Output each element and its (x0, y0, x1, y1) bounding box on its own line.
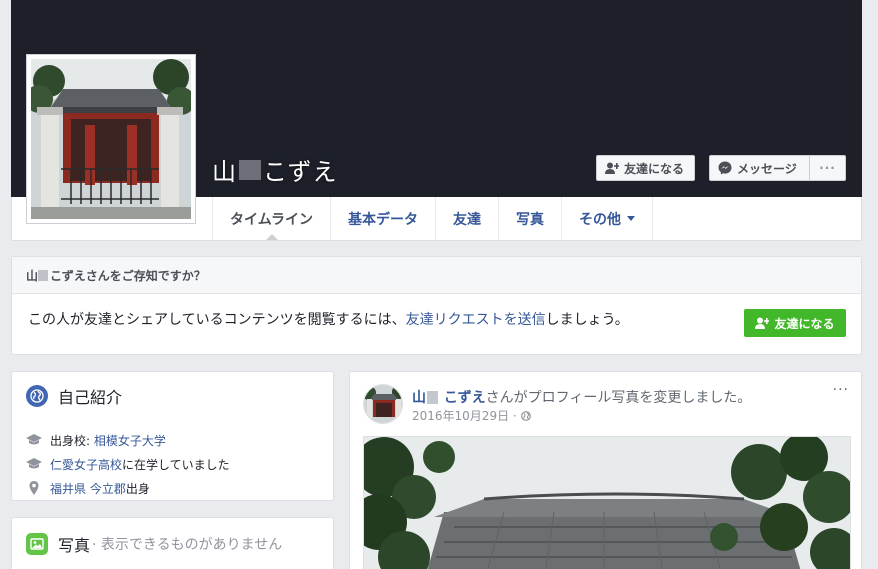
photos-card: 写真 · 表示できるものがありません (11, 517, 334, 569)
know-text-before: この人が友達とシェアしているコンテンツを閲覧するには、 (28, 312, 406, 328)
add-friend-button[interactable]: 友達になる (596, 155, 695, 181)
post-author-link[interactable]: 山 こずえ (412, 390, 486, 406)
send-friend-request-link[interactable]: 友達リクエストを送信 (406, 312, 546, 328)
photos-title[interactable]: 写真 · 表示できるものがありません (26, 532, 282, 556)
city-link[interactable]: 今立郡 (90, 482, 126, 496)
tab-about[interactable]: 基本データ (330, 197, 435, 240)
timeline-post: 山 こずえさんがプロフィール写真を変更しました。 2016年10月29日 · ·… (349, 371, 862, 569)
name-prefix: 山 (212, 158, 237, 186)
intro-item-university: 出身校: 相模女子大学 (26, 428, 230, 452)
heading-name-redaction (38, 269, 49, 281)
graduation-cap-icon (26, 434, 42, 445)
tab-timeline-label: タイムライン (230, 211, 314, 228)
profile-picture[interactable] (26, 54, 196, 224)
location-pin-icon (29, 481, 39, 495)
add-friend-icon (755, 317, 770, 329)
author-prefix: 山 (412, 390, 426, 406)
post-header: 山 こずえさんがプロフィール写真を変更しました。 (412, 387, 751, 407)
hometown-suffix: 出身 (125, 481, 150, 496)
name-suffix: こずえ (263, 158, 338, 186)
post-date[interactable]: 2016年10月29日 · (412, 407, 517, 424)
temple-gate-image (31, 59, 191, 219)
profile-tabs: タイムライン 基本データ 友達 写真 その他 (212, 197, 654, 240)
name-redaction (239, 159, 261, 180)
intro-item-highschool: 仁愛女子高校に在学していました (26, 452, 230, 476)
graduation-cap-icon (26, 458, 42, 469)
more-options-icon: ··· (819, 161, 836, 175)
add-friend-green-label: 友達になる (774, 316, 835, 331)
tab-photos-label: 写真 (516, 211, 545, 228)
photos-title-text: 写真 (58, 536, 91, 555)
message-button[interactable]: メッセージ (709, 155, 809, 181)
post-photo[interactable] (363, 436, 851, 569)
prefecture-link[interactable]: 福井県 (50, 482, 86, 496)
globe-icon (26, 385, 48, 407)
know-text-after: しましょう。 (545, 312, 629, 328)
do-you-know-panel: 山 こずえさんをご存知ですか？ この人が友達とシェアしているコンテンツを閲覧する… (11, 256, 862, 355)
school-prefix: 出身校: (50, 433, 94, 448)
tab-photos[interactable]: 写真 (498, 197, 561, 240)
author-redaction (427, 391, 438, 404)
heading-name-prefix: 山 (26, 268, 39, 283)
post-menu-icon[interactable]: ··· (833, 382, 849, 398)
intro-title: 自己紹介 (26, 384, 122, 408)
message-label: メッセージ (737, 161, 797, 176)
public-globe-icon (520, 410, 531, 421)
add-friend-green-button[interactable]: 友達になる (744, 309, 846, 337)
tab-friends[interactable]: 友達 (435, 197, 498, 240)
photos-empty-text: · 表示できるものがありません (92, 537, 283, 553)
post-avatar[interactable] (363, 384, 403, 424)
more-options-button[interactable]: ··· (809, 155, 846, 181)
intro-title-text: 自己紹介 (58, 388, 123, 407)
intro-item-hometown: 福井県 今立郡出身 (26, 476, 230, 500)
tab-more[interactable]: その他 (561, 197, 654, 240)
temple-roof-image (364, 437, 850, 569)
do-you-know-heading: 山 こずえさんをご存知ですか？ (12, 257, 861, 294)
intro-card: 自己紹介 出身校: 相模女子大学 仁愛女子高校に在学していました 福井県 今立郡… (11, 371, 334, 501)
intro-list: 出身校: 相模女子大学 仁愛女子高校に在学していました 福井県 今立郡出身 (26, 428, 230, 500)
post-action-text: さんがプロフィール写真を変更しました。 (485, 390, 752, 406)
tab-friends-label: 友達 (453, 211, 482, 228)
chevron-down-icon (627, 216, 636, 221)
tab-about-label: 基本データ (348, 211, 419, 228)
highschool-suffix: に在学していました (122, 457, 230, 472)
add-friend-icon (605, 162, 619, 174)
add-friend-label: 友達になる (624, 161, 685, 176)
university-link[interactable]: 相模女子大学 (94, 434, 166, 448)
tab-timeline[interactable]: タイムライン (212, 197, 330, 240)
author-suffix: こずえ (443, 390, 486, 406)
photo-icon (26, 533, 48, 555)
messenger-icon (718, 161, 732, 175)
do-you-know-text: この人が友達とシェアしているコンテンツを閲覧するには、友達リクエストを送信しまし… (28, 309, 629, 329)
highschool-link[interactable]: 仁愛女子高校 (50, 458, 122, 472)
tab-more-label: その他 (579, 211, 622, 228)
heading-text: こずえさんをご存知ですか？ (50, 268, 206, 283)
post-meta: 2016年10月29日 · (412, 407, 531, 424)
profile-name: 山 こずえ (212, 152, 338, 187)
